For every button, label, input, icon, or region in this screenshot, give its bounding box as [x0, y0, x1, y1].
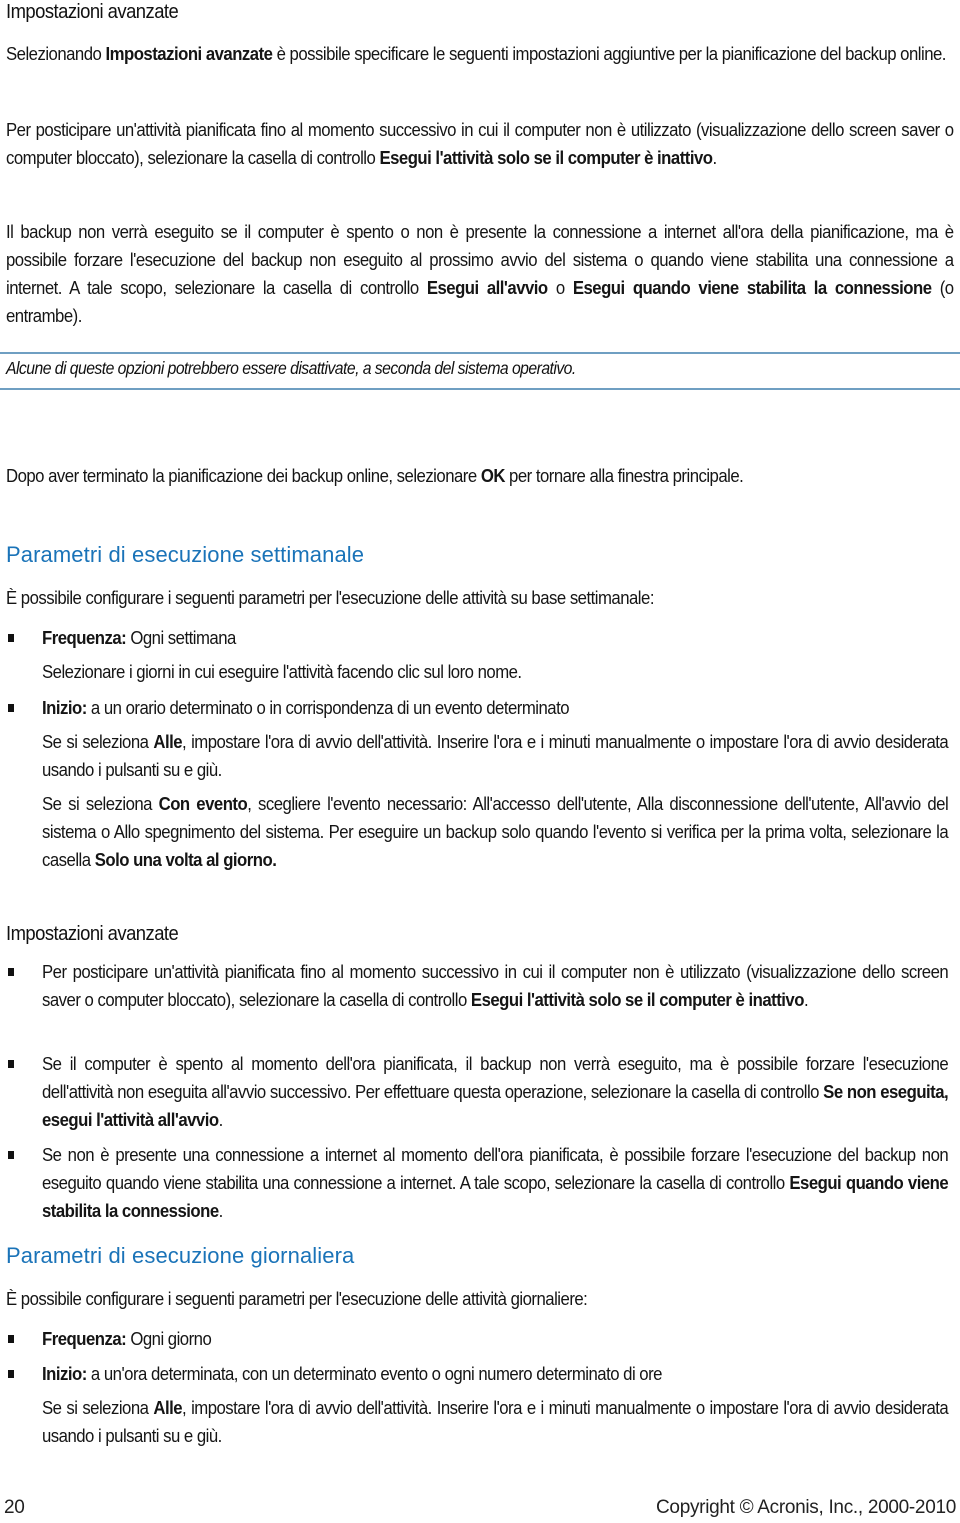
value: a un'ora determinata, con un determinato…: [86, 1364, 663, 1384]
bullet-icon: [8, 968, 14, 976]
bold-text: Esegui l'attività solo se il computer è …: [379, 148, 713, 168]
bullet-icon: [8, 1335, 14, 1343]
bullet-icon: [8, 704, 14, 712]
text: o: [547, 278, 573, 298]
value: Ogni giorno: [126, 1329, 212, 1349]
text: Selezionando: [6, 44, 106, 64]
paragraph-daily-intro: È possibile configurare i seguenti param…: [6, 1285, 956, 1313]
bold-text: Esegui quando viene stabilita la conness…: [572, 278, 932, 298]
text: Se si seleziona: [42, 794, 159, 814]
detail-text: Se si seleziona Alle, impostare l'ora di…: [42, 728, 949, 784]
text: .: [218, 1201, 224, 1221]
paragraph-weekly-intro: È possibile configurare i seguenti param…: [6, 584, 956, 612]
paragraph-postpone: Per posticipare un'attività pianificata …: [6, 116, 956, 172]
document-page: Impostazioni avanzate Selezionando Impos…: [0, 0, 960, 1523]
bullet-icon: [8, 1060, 14, 1068]
note-text: Alcune di queste opzioni potrebbero esse…: [6, 358, 576, 378]
value: Ogni settimana: [126, 628, 236, 648]
text: .: [712, 148, 717, 168]
text: .: [803, 990, 809, 1010]
heading-advanced-settings-2: Impostazioni avanzate: [6, 922, 179, 945]
text: per tornare alla finestra principale.: [504, 466, 744, 486]
bullet-icon: [8, 1151, 14, 1159]
paragraph-intro: Selezionando Impostazioni avanzate è pos…: [6, 40, 956, 68]
text: .: [218, 1110, 224, 1130]
bullet-icon: [8, 634, 14, 642]
heading-advanced-settings: Impostazioni avanzate: [6, 0, 179, 23]
text: Se si seleziona: [42, 732, 154, 752]
note-rule-top: [0, 352, 960, 354]
copyright-notice: Copyright © Acronis, Inc., 2000-2010: [656, 1497, 956, 1518]
bold-text: Solo una volta al giorno.: [94, 850, 277, 870]
text: È possibile configurare i seguenti param…: [6, 588, 654, 608]
bold-text: Impostazioni avanzate: [105, 44, 273, 64]
heading-daily-parameters: Parametri di esecuzione giornaliera: [6, 1243, 355, 1268]
page-number: 20: [4, 1497, 25, 1518]
bold-text: Con evento: [158, 794, 248, 814]
text: Se il computer è spento al momento dell'…: [42, 1054, 949, 1102]
bold-text: OK: [480, 466, 506, 486]
detail-text: Se si seleziona Alle, impostare l'ora di…: [42, 1394, 949, 1450]
bullet-icon: [8, 1370, 14, 1378]
bold-text: Alle: [153, 732, 183, 752]
detail-text: Selezionare i giorni in cui eseguire l'a…: [42, 662, 522, 682]
note-rule-bottom: [0, 388, 960, 390]
label: Inizio:: [42, 1364, 87, 1384]
bold-text: Esegui all'avvio: [426, 278, 548, 298]
label: Frequenza:: [42, 628, 127, 648]
value: a un orario determinato o in corrisponde…: [86, 698, 570, 718]
text: è possibile specificare le seguenti impo…: [272, 44, 947, 64]
label: Frequenza:: [42, 1329, 127, 1349]
label: Inizio:: [42, 698, 87, 718]
text: Se si seleziona: [42, 1398, 154, 1418]
paragraph-missed-backup: Il backup non verrà eseguito se il compu…: [6, 218, 956, 330]
detail-text: Se si seleziona Con evento, scegliere l'…: [42, 790, 949, 874]
text: È possibile configurare i seguenti param…: [6, 1289, 588, 1309]
text: Dopo aver terminato la pianificazione de…: [6, 466, 481, 486]
paragraph-ok: Dopo aver terminato la pianificazione de…: [6, 462, 956, 490]
bold-text: Alle: [153, 1398, 183, 1418]
bold-text: Esegui l'attività solo se il computer è …: [470, 990, 805, 1010]
heading-weekly-parameters: Parametri di esecuzione settimanale: [6, 542, 365, 567]
